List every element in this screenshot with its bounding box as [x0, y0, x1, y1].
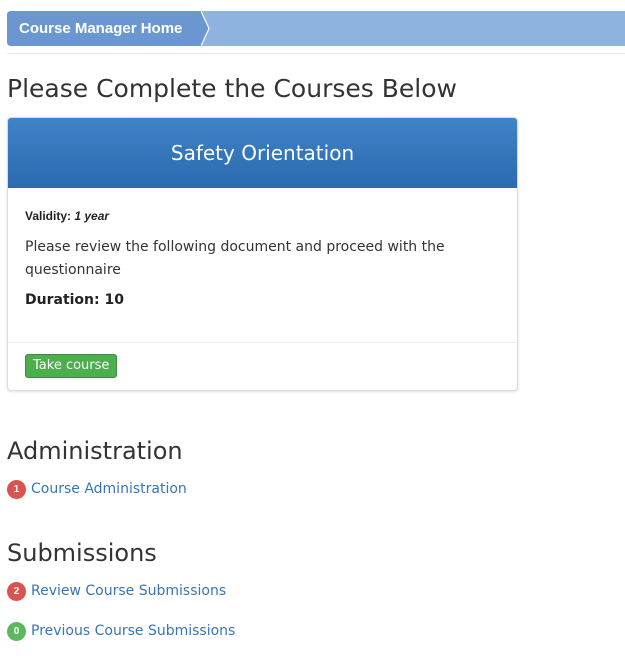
count-badge: 2 — [7, 581, 26, 601]
course-administration-label[interactable]: Course Administration — [31, 481, 187, 497]
previous-submissions-link[interactable]: 0 Previous Course Submissions — [7, 620, 235, 642]
course-administration-link[interactable]: 1 Course Administration — [7, 478, 187, 500]
page-title: Please Complete the Courses Below — [7, 74, 457, 103]
card-footer-divider — [8, 342, 517, 343]
course-title: Safety Orientation — [8, 118, 517, 188]
previous-submissions-label[interactable]: Previous Course Submissions — [31, 623, 235, 639]
validity-value: 1 year — [74, 209, 110, 223]
course-card: Safety Orientation Validity: 1 year Plea… — [7, 117, 518, 391]
breadcrumb: Course Manager Home — [7, 11, 625, 46]
review-submissions-link[interactable]: 2 Review Course Submissions — [7, 580, 226, 602]
breadcrumb-separator-icon — [201, 11, 210, 46]
administration-heading: Administration — [7, 437, 183, 465]
submissions-heading: Submissions — [7, 539, 157, 567]
breadcrumb-home-link[interactable]: Course Manager Home — [7, 11, 201, 46]
course-duration: Duration: 10 — [25, 292, 124, 308]
count-badge: 1 — [7, 479, 26, 499]
course-description: Please review the following document and… — [25, 239, 445, 278]
validity-label: Validity: — [25, 209, 72, 223]
take-course-button[interactable]: Take course — [25, 354, 118, 378]
course-validity: Validity: 1 year — [25, 209, 109, 223]
header-divider — [7, 53, 625, 54]
count-badge: 0 — [7, 621, 26, 641]
review-submissions-label[interactable]: Review Course Submissions — [31, 583, 226, 599]
